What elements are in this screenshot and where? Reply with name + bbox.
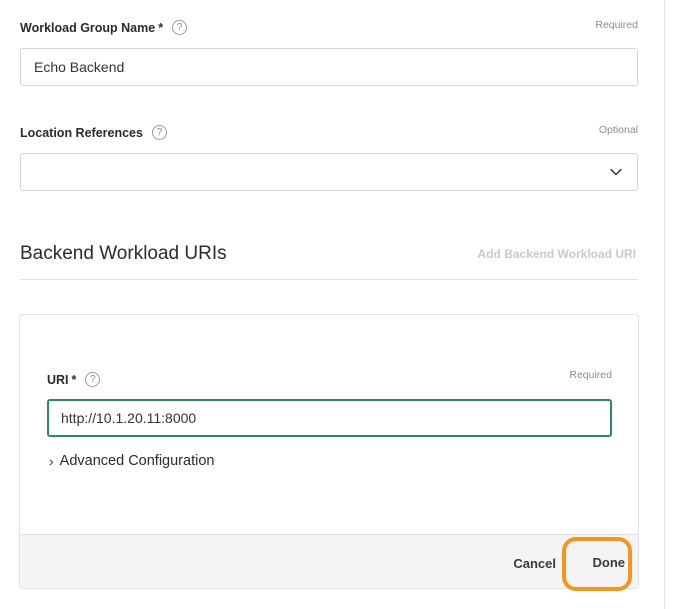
advanced-configuration-label: Advanced Configuration	[59, 453, 215, 469]
uri-label: URI * ?	[47, 372, 101, 387]
advanced-configuration-toggle[interactable]: › Advanced Configuration	[49, 453, 214, 469]
required-asterisk: *	[71, 372, 77, 387]
workload-group-name-input[interactable]: Echo Backend	[20, 48, 638, 86]
uri-input[interactable]: http://10.1.20.11:8000	[47, 399, 612, 437]
location-references-label-text: Location References	[20, 125, 143, 140]
required-asterisk: *	[158, 20, 164, 35]
help-icon[interactable]: ?	[151, 125, 167, 140]
uri-required-hint: Required	[569, 369, 612, 381]
workload-group-required-hint: Required	[595, 19, 638, 31]
help-icon[interactable]: ?	[172, 20, 188, 35]
help-icon[interactable]: ?	[85, 372, 101, 387]
chevron-down-icon	[610, 168, 622, 176]
cancel-button[interactable]: Cancel	[513, 556, 556, 571]
location-references-optional-hint: Optional	[598, 124, 638, 136]
section-divider	[20, 279, 638, 280]
card-footer: Cancel Done	[20, 534, 638, 588]
done-button-highlight-ring	[562, 537, 632, 591]
add-backend-workload-uri-link[interactable]: Add Backend Workload URI	[478, 247, 636, 261]
backend-uri-card: URI * ? Required http://10.1.20.11:8000 …	[19, 314, 639, 589]
workload-group-name-label: Workload Group Name * ?	[20, 20, 188, 35]
backend-workload-uris-title: Backend Workload URIs	[20, 243, 227, 264]
panel-right-border	[664, 0, 665, 609]
uri-label-text: URI	[47, 372, 69, 387]
location-references-select[interactable]	[20, 153, 638, 191]
chevron-right-icon: ›	[49, 453, 54, 469]
workload-group-name-label-text: Workload Group Name	[20, 20, 156, 35]
location-references-label: Location References ?	[20, 125, 167, 140]
